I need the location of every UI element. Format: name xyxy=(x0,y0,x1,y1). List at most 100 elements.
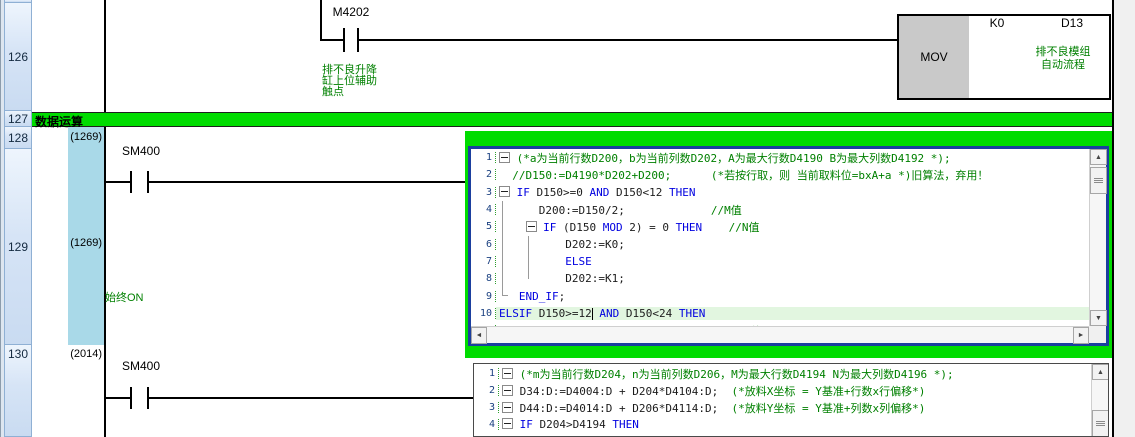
vscroll-thumb[interactable] xyxy=(1092,410,1109,437)
fold-collapse-icon[interactable] xyxy=(499,186,510,197)
rung-number-cell[interactable]: 126 xyxy=(5,3,31,111)
code-token: IF xyxy=(520,418,533,431)
code-line[interactable]: 4 IF D204>D4194 THEN xyxy=(474,416,1091,433)
rung-number-cell[interactable]: 130 xyxy=(5,345,31,437)
fold-connector xyxy=(528,236,529,279)
code-token: (*a为当前行数D200，b为当前列数D202，A为最大行数D4190 B为最大… xyxy=(510,152,951,165)
code-line[interactable]: 2 //D150:=D4190*D202+D200; (*若按行取，则 当前取料… xyxy=(471,166,1089,183)
fold-collapse-icon[interactable] xyxy=(502,385,513,396)
code-text[interactable]: (*m为当前行数D204，n为当前列数D206，M为最大行数D4194 N为最大… xyxy=(499,366,1091,382)
scroll-right-button[interactable]: ► xyxy=(1073,327,1089,344)
ladder-editor-view: 126127128129130 M4202 排不良升降 缸上位辅助 触点 MOV… xyxy=(0,0,1135,437)
section-statement-bar[interactable]: 数据运算 xyxy=(32,112,1112,127)
code-text[interactable]: //D150:=D4190*D202+D200; (*若按行取，则 当前取料位=… xyxy=(496,167,1089,183)
code-line[interactable]: 3 IF D150>=0 AND D150<12 THEN xyxy=(471,184,1089,201)
code-token: (D150 xyxy=(556,221,602,234)
mov-opcode-cell[interactable]: MOV xyxy=(899,16,969,98)
fold-collapse-icon[interactable] xyxy=(502,418,513,429)
st-block-extent-bar xyxy=(68,127,104,345)
code-text[interactable]: D202:=K1; xyxy=(496,272,1089,285)
code-line[interactable]: 6 D202:=K0; xyxy=(471,235,1089,252)
code-text[interactable]: IF (D150 MOD 2) = 0 THEN //N值 xyxy=(496,219,1089,235)
code-line[interactable]: 10ELSIF D150>=12 AND D150<24 THEN xyxy=(471,305,1089,322)
line-number: 5 xyxy=(471,221,496,232)
st-box1-vscrollbar[interactable]: ▲ ▼ xyxy=(1089,149,1106,326)
fold-collapse-icon[interactable] xyxy=(499,152,510,163)
code-token: D200:=D150/2; xyxy=(499,204,711,217)
always-on-comment: 始终ON xyxy=(105,293,144,304)
line-number: 4 xyxy=(474,419,499,430)
code-token: IF xyxy=(517,186,530,199)
contact-sm400-label-128[interactable]: SM400 xyxy=(122,144,160,158)
st-box1-lines[interactable]: 1 (*a为当前行数D200，b为当前列数D202，A为最大行数D4190 B为… xyxy=(471,149,1089,326)
contact-m4202-label[interactable]: M4202 xyxy=(322,5,380,19)
st-box1[interactable]: 1 (*a为当前行数D200，b为当前列数D202，A为最大行数D4190 B为… xyxy=(468,146,1109,346)
step-number-128: (1269) xyxy=(42,131,102,143)
code-text[interactable]: D34:D:=D4004:D + D204*D4104:D; (*放料X坐标 =… xyxy=(499,383,1091,399)
code-token: D202:=K1; xyxy=(499,272,625,285)
st-box1-hscrollbar[interactable]: ◄ ► xyxy=(471,326,1089,343)
code-line[interactable]: 5 IF (D150 MOD 2) = 0 THEN //N值 xyxy=(471,218,1089,235)
contact-sm400-bar-right-128[interactable] xyxy=(147,171,149,193)
st-box2[interactable]: 1 (*m为当前行数D204，n为当前列数D206，M为最大行数D4194 N为… xyxy=(473,363,1109,437)
code-text[interactable]: D44:D:=D4014:D + D206*D4114:D; (*放料Y坐标 =… xyxy=(499,400,1091,416)
code-token xyxy=(702,221,729,234)
code-text[interactable]: D200:=D150/2; //M值 xyxy=(496,202,1089,218)
fold-collapse-icon[interactable] xyxy=(502,368,513,379)
contact-sm400-bar-left-130[interactable] xyxy=(130,387,132,409)
contact-m4202-comment: 排不良升降 缸上位辅助 触点 xyxy=(322,65,394,98)
contact-m4202-bar-left[interactable] xyxy=(343,28,345,52)
contact-m4202-bar-right[interactable] xyxy=(357,28,359,52)
st-box2-lines[interactable]: 1 (*m为当前行数D204，n为当前列数D206，M为最大行数D4194 N为… xyxy=(474,365,1091,437)
st-box2-vscrollbar[interactable]: ▲ xyxy=(1091,364,1108,436)
code-text[interactable]: IF D204>D4194 THEN xyxy=(499,418,1091,431)
line-number: 6 xyxy=(471,239,496,250)
current-edit-line[interactable]: ELSIF D150>=12 AND D150<24 THEN xyxy=(496,307,1089,320)
code-line[interactable]: 3 D44:D:=D4014:D + D206*D4114:D; (*放料Y坐标… xyxy=(474,399,1091,416)
code-line[interactable]: 1 (*m为当前行数D204，n为当前列数D206，M为最大行数D4194 N为… xyxy=(474,365,1091,382)
scroll-up-button[interactable]: ▲ xyxy=(1090,149,1107,165)
line-number: 3 xyxy=(474,402,499,413)
scroll-left-button[interactable]: ◄ xyxy=(471,327,487,344)
code-line[interactable]: 4 D200:=D150/2; //M值 xyxy=(471,201,1089,218)
code-token: IF xyxy=(543,221,556,234)
code-token: (*m为当前行数D204，n为当前列数D206，M为最大行数D4194 N为最大… xyxy=(513,368,954,381)
scroll-down-button[interactable]: ▼ xyxy=(1090,310,1107,326)
rung130-wire-left xyxy=(104,397,130,399)
code-text[interactable]: END_IF; xyxy=(496,290,1089,303)
rung-number-cell[interactable]: 129 xyxy=(5,149,31,345)
code-text[interactable]: (*a为当前行数D200，b为当前列数D202，A为最大行数D4190 B为最大… xyxy=(496,150,1089,166)
code-line[interactable]: 2 D34:D:=D4004:D + D204*D4104:D; (*放料X坐标… xyxy=(474,382,1091,399)
vscroll-thumb[interactable] xyxy=(1090,167,1107,194)
contact-sm400-bar-left-128[interactable] xyxy=(130,171,132,193)
code-token: D150>=12 xyxy=(532,307,592,320)
code-text[interactable]: D202:=K0; xyxy=(496,238,1089,251)
code-token: THEN xyxy=(676,221,703,234)
rung-number-cell[interactable]: 128 xyxy=(5,127,31,149)
line-number: 3 xyxy=(471,187,496,198)
fold-collapse-icon[interactable] xyxy=(526,221,537,232)
scroll-up-button[interactable]: ▲ xyxy=(1092,364,1109,380)
code-token: D150>=0 xyxy=(530,186,590,199)
code-token: (*放料X坐标 = Y基准+行数x行偏移*) xyxy=(732,385,926,398)
mov-source-operand[interactable]: K0 xyxy=(975,16,1019,30)
contact-sm400-bar-right-130[interactable] xyxy=(147,387,149,409)
code-text[interactable]: IF D150>=0 AND D150<12 THEN xyxy=(496,186,1089,199)
code-token: ELSE xyxy=(565,255,592,268)
fold-connector-tick xyxy=(503,295,508,296)
code-line[interactable]: 7 ELSE xyxy=(471,253,1089,270)
rung-number-cell[interactable]: 127 xyxy=(5,111,31,127)
code-token: ELSIF xyxy=(499,307,532,320)
line-number: 1 xyxy=(474,368,499,379)
code-line[interactable]: 9 END_IF; xyxy=(471,287,1089,304)
mov-dest-operand[interactable]: D13 xyxy=(1049,16,1095,30)
contact-sm400-label-130[interactable]: SM400 xyxy=(122,359,160,373)
fold-collapse-icon[interactable] xyxy=(502,402,513,413)
rung130-wire-right xyxy=(149,397,473,399)
code-text[interactable]: ELSE xyxy=(496,255,1089,268)
line-number: 2 xyxy=(471,169,496,180)
rung-number-column: 126127128129130 xyxy=(4,0,32,437)
code-line[interactable]: 8 D202:=K1; xyxy=(471,270,1089,287)
code-line[interactable]: 1 (*a为当前行数D200，b为当前列数D202，A为最大行数D4190 B为… xyxy=(471,149,1089,166)
fold-connector xyxy=(502,201,503,296)
